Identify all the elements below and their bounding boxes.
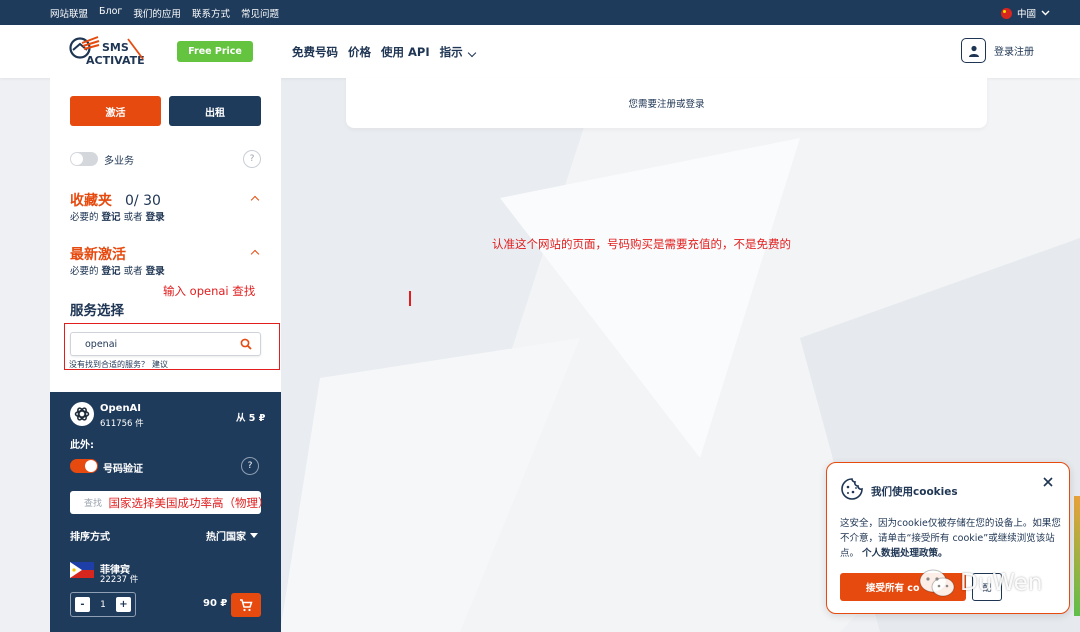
cookie-body: 这安全，因为cookie仅被存储在您的设备上。如果您不介意，请单击“接受所有 c… (840, 516, 1062, 561)
login-label: 登录注册 (994, 47, 1034, 58)
annotation-main: 认准这个网站的页面，号码购买是需要充值的，不是免费的 (492, 237, 791, 251)
activate-tab-button[interactable]: 激活 (70, 96, 161, 126)
favorites-login-hint: 必要的 登记 或者 登录 (70, 209, 165, 223)
cookie-title: 我们使用cookies (871, 486, 958, 498)
svg-text:SMS: SMS (102, 41, 129, 54)
free-price-button[interactable]: Free Price (177, 41, 253, 62)
sidebar: 激活 出租 多业务 ? 收藏夹 0/ 30 必要的 登记 或者 登录 最新激活 … (50, 78, 281, 632)
chevron-up-icon[interactable] (250, 249, 260, 259)
rent-tab-button[interactable]: 出租 (169, 96, 261, 126)
sort-dropdown[interactable]: 热门国家 (206, 528, 258, 543)
text-cursor (409, 291, 411, 306)
hint-prefix: 必要的 (70, 212, 99, 223)
decrement-button[interactable]: - (75, 597, 90, 612)
service-panel: OpenAI 611756 件 从 5 ₽ 此外: 号码验证 ? 查找 国家选择… (50, 392, 281, 632)
wechat-icon (919, 569, 955, 597)
china-flag-icon (1000, 7, 1012, 19)
caret-down-icon (250, 533, 258, 538)
chevron-up-icon[interactable] (250, 195, 260, 205)
cookie-icon (841, 478, 863, 500)
login-required-banner: 您需要注册或登录 (346, 78, 987, 128)
favorites-count: 0/ 30 (125, 193, 161, 209)
svg-text:ACTIVATE: ACTIVATE (86, 54, 145, 67)
hint-or: 或者 (123, 212, 143, 223)
top-link-contact[interactable]: 联系方式 (192, 6, 230, 20)
top-bar: 网站联盟 Блог 我们的应用 联系方式 常见问题 中國 (0, 0, 1080, 25)
watermark: DuWen (918, 568, 1042, 598)
privacy-policy-link[interactable]: 个人数据处理政策。 (862, 548, 948, 559)
increment-button[interactable]: + (115, 597, 131, 612)
top-link-faq[interactable]: 常见问题 (241, 6, 279, 20)
multi-service-toggle[interactable] (70, 152, 98, 166)
service-name: OpenAI (100, 403, 142, 414)
country-price: 90 ₽ (203, 598, 228, 609)
recent-login-hint: 必要的 登记 或者 登录 (70, 263, 165, 277)
sort-label: 排序方式 (70, 532, 110, 543)
chevron-down-icon (1041, 10, 1050, 16)
service-selection-title: 服务选择 (70, 303, 124, 319)
top-link-blog[interactable]: Блог (99, 6, 122, 20)
login-register-button[interactable]: 登录注册 (961, 38, 1034, 63)
language-label: 中國 (1016, 9, 1036, 20)
number-verification-label: 号码验证 (103, 464, 143, 475)
main-header: SMS ACTIVATE Free Price 免费号码 价格 使用 API 指… (0, 25, 1080, 78)
sms-activate-logo[interactable]: SMS ACTIVATE (68, 31, 163, 71)
hint-login-link[interactable]: 登录 (146, 212, 165, 223)
search-icon[interactable] (240, 338, 252, 350)
annotation-search: 输入 openai 查找 (163, 284, 256, 298)
service-count: 611756 件 (100, 419, 144, 429)
sort-value: 热门国家 (206, 532, 246, 543)
nav-api[interactable]: 使用 API (381, 44, 430, 60)
hint-prefix: 必要的 (70, 266, 99, 277)
help-icon[interactable]: ? (243, 150, 261, 168)
annotation-country: 国家选择美国成功率高（物理） (108, 496, 270, 510)
suggest-link[interactable]: 建议 (152, 360, 168, 369)
top-links: 网站联盟 Блог 我们的应用 联系方式 常见问题 (50, 6, 279, 20)
cart-icon (240, 598, 253, 611)
extra-label: 此外: (70, 440, 94, 451)
number-verification-toggle[interactable] (70, 459, 98, 473)
nav-prices[interactable]: 价格 (348, 44, 371, 60)
language-selector[interactable]: 中國 (1000, 6, 1050, 20)
close-icon[interactable] (1041, 475, 1055, 489)
top-link-affiliate[interactable]: 网站联盟 (50, 6, 88, 20)
recent-activations-title[interactable]: 最新激活 (70, 244, 126, 264)
multi-service-label: 多业务 (104, 155, 134, 167)
suggest-text: 没有找到合适的服务？ (69, 360, 149, 369)
favorites-title[interactable]: 收藏夹 0/ 30 (70, 190, 161, 210)
multi-service-row: 多业务 ? (70, 150, 261, 168)
user-icon (961, 38, 986, 63)
hint-or: 或者 (123, 266, 143, 277)
side-color-strip (1074, 496, 1080, 616)
service-search-box (70, 332, 261, 356)
suggest-row: 没有找到合适的服务？ 建议 (69, 359, 168, 370)
hint-register-link[interactable]: 登记 (102, 212, 121, 223)
service-price: 从 5 ₽ (236, 413, 266, 424)
help-icon[interactable]: ? (241, 457, 259, 475)
top-link-apps[interactable]: 我们的应用 (133, 6, 181, 20)
country-count: 22237 件 (100, 575, 139, 585)
quantity-value[interactable]: 1 (100, 600, 106, 610)
favorites-label: 收藏夹 (70, 193, 112, 209)
nav-instructions[interactable]: 指示 (439, 44, 476, 60)
service-search-input[interactable] (71, 333, 231, 355)
recent-label: 最新激活 (70, 247, 126, 263)
hint-register-link[interactable]: 登记 (102, 266, 121, 277)
philippines-flag-icon (70, 562, 94, 578)
nav-instructions-label: 指示 (439, 45, 463, 59)
quantity-stepper: - 1 + (70, 592, 136, 617)
chevron-down-icon (467, 48, 476, 58)
hint-login-link[interactable]: 登录 (146, 266, 165, 277)
main-nav: 免费号码 价格 使用 API 指示 (292, 44, 476, 60)
nav-free-numbers[interactable]: 免费号码 (292, 44, 338, 60)
add-to-cart-button[interactable] (231, 593, 261, 617)
watermark-text: DuWen (960, 570, 1043, 596)
openai-logo-icon (70, 402, 94, 426)
